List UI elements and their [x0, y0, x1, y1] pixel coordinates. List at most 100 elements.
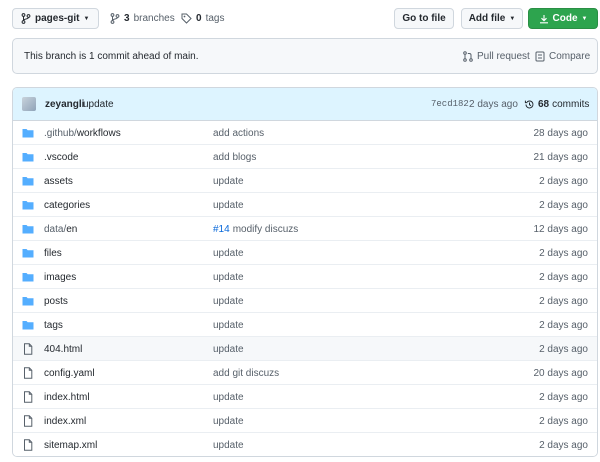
tags-link[interactable]: 0 tags	[181, 8, 224, 29]
file-row[interactable]: posts update 2 days ago	[13, 289, 597, 313]
commit-age: 21 days ago	[533, 151, 589, 163]
commit-message-text: update	[213, 271, 244, 283]
code-button[interactable]: Code ▼	[528, 8, 598, 29]
pull-request-link[interactable]: Pull request	[463, 39, 530, 73]
file-name-link[interactable]: posts	[44, 289, 68, 313]
file-row[interactable]: tags update 2 days ago	[13, 313, 597, 337]
commit-message-link[interactable]: update	[213, 313, 244, 337]
tag-icon	[181, 13, 192, 24]
commit-age: 28 days ago	[533, 127, 589, 139]
file-name-link[interactable]: categories	[44, 193, 90, 217]
add-file-button[interactable]: Add file ▼	[461, 8, 523, 29]
file-icon	[22, 391, 34, 403]
folder-icon	[22, 199, 34, 211]
file-name-link[interactable]: images	[44, 265, 76, 289]
file-name: .vscode	[44, 151, 79, 163]
file-name-link[interactable]: index.html	[44, 385, 90, 409]
git-branch-icon	[21, 13, 31, 24]
commit-message-text: update	[213, 295, 244, 307]
commit-message-text: update	[213, 319, 244, 331]
commit-count: 68	[538, 98, 550, 110]
file-row[interactable]: categories update 2 days ago	[13, 193, 597, 217]
commit-message-link[interactable]: update	[213, 169, 244, 193]
commit-message-text: add git discuzs	[213, 367, 280, 379]
commit-message-link[interactable]: #14 modify discuzs	[213, 217, 298, 241]
file-row[interactable]: files update 2 days ago	[13, 241, 597, 265]
file-row[interactable]: sitemap.xml update 2 days ago	[13, 433, 597, 456]
file-row[interactable]: .vscode add blogs 21 days ago	[13, 145, 597, 169]
file-icon	[22, 415, 34, 427]
file-name-link[interactable]: index.xml	[44, 409, 86, 433]
commit-message-link[interactable]: add actions	[213, 121, 264, 145]
file-row[interactable]: .github/workflows add actions 28 days ago	[13, 121, 597, 145]
commit-age: 20 days ago	[533, 367, 589, 379]
branches-count: 3	[124, 13, 130, 24]
commit-age: 2 days ago	[539, 199, 588, 211]
file-name: tags	[44, 319, 63, 331]
commit-message-link[interactable]: update	[213, 265, 244, 289]
file-name-link[interactable]: config.yaml	[44, 361, 95, 385]
git-branch-icon	[110, 13, 120, 24]
file-name-link[interactable]: assets	[44, 169, 73, 193]
latest-commit-bar: zeyangli update 7ecd182 2 days ago 68 co…	[13, 88, 597, 121]
commit-message-link[interactable]: update	[213, 337, 244, 361]
file-name: 404.html	[44, 343, 83, 355]
file-icon	[22, 343, 34, 355]
commit-message-link[interactable]: update	[213, 193, 244, 217]
repo-toolbar: pages-git ▼ 3 branches 0 tags Go to file…	[0, 0, 600, 36]
go-to-file-label: Go to file	[402, 13, 446, 24]
branch-name: pages-git	[35, 13, 80, 24]
commit-message-link[interactable]: update	[213, 433, 244, 456]
commit-message-link[interactable]: update	[213, 289, 244, 313]
file-name-link[interactable]: 404.html	[44, 337, 82, 361]
file-browser: zeyangli update 7ecd182 2 days ago 68 co…	[12, 87, 598, 457]
commit-message-text: update	[213, 175, 244, 187]
file-name-link[interactable]: .vscode	[44, 145, 78, 169]
commit-age: 2 days ago	[469, 98, 518, 110]
commit-sha[interactable]: 7ecd182	[431, 88, 469, 120]
file-row[interactable]: images update 2 days ago	[13, 265, 597, 289]
branches-link[interactable]: 3 branches	[110, 8, 175, 29]
file-name-link[interactable]: sitemap.xml	[44, 433, 97, 456]
file-row[interactable]: config.yaml add git discuzs 20 days ago	[13, 361, 597, 385]
file-name-link[interactable]: .github/workflows	[44, 121, 121, 145]
commit-message-text: update	[213, 343, 244, 355]
file-name-link[interactable]: files	[44, 241, 62, 265]
file-name: images	[44, 271, 77, 283]
file-row[interactable]: assets update 2 days ago	[13, 169, 597, 193]
commits-history-link[interactable]: 68 commits	[524, 88, 589, 120]
commit-age: 2 days ago	[539, 247, 588, 259]
commit-message-text: update	[213, 391, 244, 403]
file-row[interactable]: data/en #14 modify discuzs 12 days ago	[13, 217, 597, 241]
file-name-link[interactable]: data/en	[44, 217, 77, 241]
commit-author[interactable]: zeyangli	[45, 88, 84, 120]
tags-count: 0	[196, 13, 202, 24]
commit-message[interactable]: update	[83, 88, 114, 120]
commit-age: 2 days ago	[539, 175, 588, 187]
commit-message-link[interactable]: add git discuzs	[213, 361, 279, 385]
pull-request-label: Pull request	[477, 50, 530, 62]
file-row[interactable]: index.xml update 2 days ago	[13, 409, 597, 433]
branch-ahead-banner: This branch is 1 commit ahead of main. P…	[12, 38, 598, 74]
commit-message-text: modify discuzs	[232, 223, 299, 235]
file-name-link[interactable]: tags	[44, 313, 63, 337]
commit-message-link[interactable]: update	[213, 409, 244, 433]
avatar[interactable]	[22, 97, 36, 111]
commit-message-link[interactable]: update	[213, 385, 244, 409]
commit-age: 12 days ago	[533, 223, 589, 235]
pull-request-icon	[463, 50, 473, 62]
commit-message-link[interactable]: add blogs	[213, 145, 256, 169]
commit-message-link[interactable]: update	[213, 241, 244, 265]
commit-age: 2 days ago	[539, 343, 588, 355]
file-row[interactable]: index.html update 2 days ago	[13, 385, 597, 409]
go-to-file-button[interactable]: Go to file	[394, 8, 454, 29]
download-icon	[539, 14, 548, 23]
issue-ref-link[interactable]: #14	[213, 224, 230, 235]
commit-count-label: commits	[552, 98, 590, 110]
compare-link[interactable]: Compare	[535, 39, 590, 73]
branch-select-button[interactable]: pages-git ▼	[12, 8, 99, 29]
file-row[interactable]: 404.html update 2 days ago	[13, 337, 597, 361]
compare-icon	[535, 51, 545, 61]
history-icon	[524, 99, 534, 108]
file-list: .github/workflows add actions 28 days ago.…	[13, 121, 597, 456]
